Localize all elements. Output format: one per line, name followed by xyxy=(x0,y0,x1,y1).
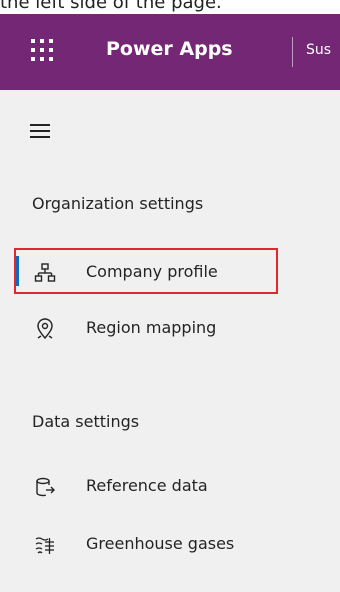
sidebar-item-label: Company profile xyxy=(86,262,218,281)
sidebar-item-greenhouse-gases[interactable]: Greenhouse gases xyxy=(16,522,316,568)
greenhouse-gas-icon xyxy=(35,537,54,554)
caption-strip: the left side of the page. xyxy=(0,0,340,14)
app-title[interactable]: Power Apps xyxy=(106,38,233,60)
app-frame: the left side of the page. Power Apps Su… xyxy=(0,0,340,592)
sidebar-item-company-profile[interactable]: Company profile xyxy=(14,248,278,294)
sidebar-item-label: Region mapping xyxy=(86,318,217,337)
side-navigation: Organization settings Company profile Re… xyxy=(0,90,340,592)
sidebar-item-region-mapping[interactable]: Region mapping xyxy=(16,306,316,352)
sidebar-item-label: Greenhouse gases xyxy=(86,534,235,553)
org-chart-icon xyxy=(34,263,56,282)
sidebar-item-label: Reference data xyxy=(86,476,208,495)
app-launcher-icon[interactable] xyxy=(28,36,58,66)
hamburger-menu-icon[interactable] xyxy=(30,124,50,138)
section-header-data-settings: Data settings xyxy=(32,412,140,431)
page-caption: the left side of the page. xyxy=(0,0,222,13)
section-header-organization-settings: Organization settings xyxy=(32,194,204,213)
app-header: Power Apps Sus xyxy=(0,14,340,90)
database-arrow-icon xyxy=(36,477,55,497)
header-divider xyxy=(292,37,293,67)
environment-name: Sus xyxy=(306,42,332,58)
map-pin-icon xyxy=(37,318,53,340)
sidebar-item-reference-data[interactable]: Reference data xyxy=(16,464,316,510)
